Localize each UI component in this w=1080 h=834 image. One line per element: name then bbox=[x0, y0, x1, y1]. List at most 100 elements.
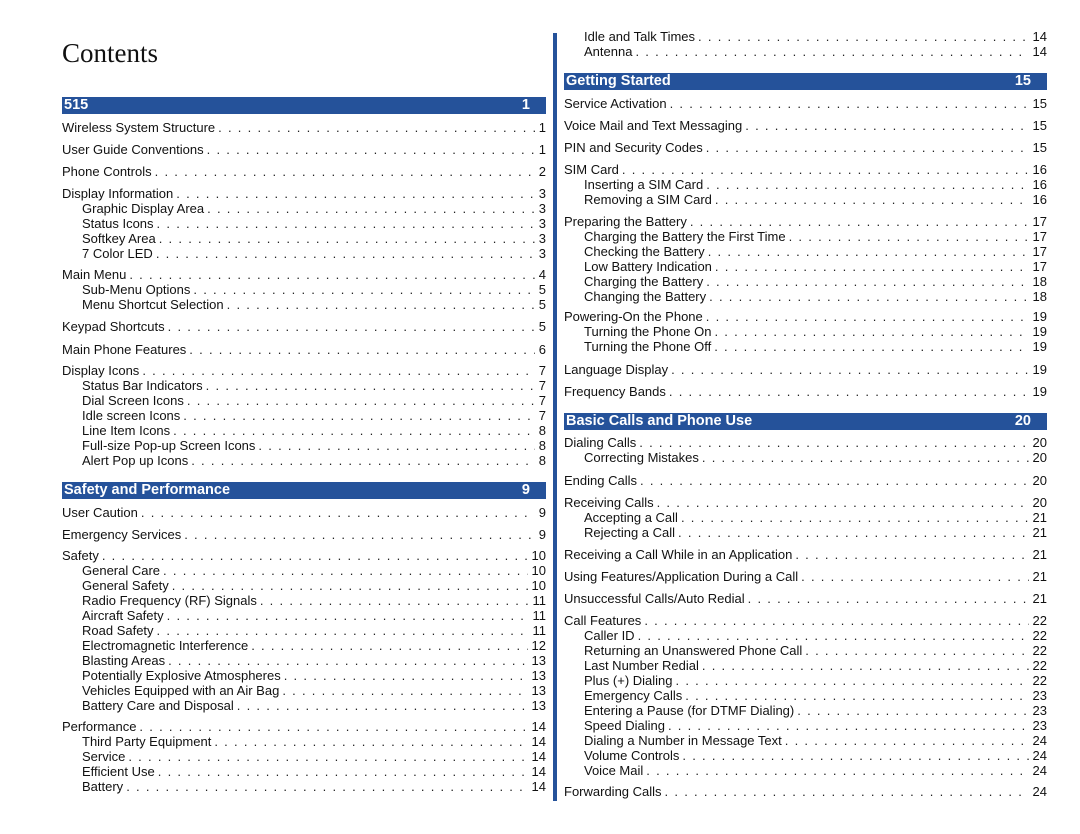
toc-subentry[interactable]: Dialing a Number in Message Text 24 bbox=[584, 733, 1047, 748]
toc-entry[interactable]: Performance 14 bbox=[62, 719, 546, 734]
toc-subentry[interactable]: Status Bar Indicators 7 bbox=[82, 378, 546, 393]
toc-subentry[interactable]: Idle and Talk Times 14 bbox=[584, 29, 1047, 44]
toc-subentry[interactable]: Antenna 14 bbox=[584, 44, 1047, 59]
toc-subentry[interactable]: Returning an Unanswered Phone Call 22 bbox=[584, 643, 1047, 658]
toc-entry-label: PIN and Security Codes bbox=[564, 140, 703, 155]
toc-subentry[interactable]: Turning the Phone Off 19 bbox=[584, 339, 1047, 354]
toc-subentry[interactable]: Accepting a Call 21 bbox=[584, 510, 1047, 525]
toc-subentry[interactable]: Full-size Pop-up Screen Icons 8 bbox=[82, 438, 546, 453]
dot-leader bbox=[187, 393, 535, 408]
toc-subentry[interactable]: Road Safety 11 bbox=[82, 623, 546, 638]
toc-subentry[interactable]: Idle screen Icons 7 bbox=[82, 408, 546, 423]
toc-subentry[interactable]: Emergency Calls 23 bbox=[584, 688, 1047, 703]
toc-subentry[interactable]: Graphic Display Area 3 bbox=[82, 201, 546, 216]
toc-entry-page: 19 bbox=[1032, 309, 1047, 324]
toc-entry[interactable]: Powering-On the Phone 19 bbox=[564, 309, 1047, 324]
toc-subentry[interactable]: Checking the Battery 17 bbox=[584, 244, 1047, 259]
toc-subentry[interactable]: Plus (+) Dialing 22 bbox=[584, 673, 1047, 688]
toc-subentry[interactable]: Electromagnetic Interference 12 bbox=[82, 638, 546, 653]
toc-entry-label: Volume Controls bbox=[584, 748, 680, 763]
toc-subentry[interactable]: Rejecting a Call 21 bbox=[584, 525, 1047, 540]
toc-subentry[interactable]: Alert Pop up Icons 8 bbox=[82, 453, 546, 468]
toc-entry-page: 16 bbox=[1032, 162, 1047, 177]
toc-entry[interactable]: Preparing the Battery 17 bbox=[564, 214, 1047, 229]
toc-subentry[interactable]: 7 Color LED 3 bbox=[82, 246, 546, 261]
dot-leader bbox=[785, 733, 1029, 748]
toc-subentry[interactable]: Third Party Equipment 14 bbox=[82, 734, 546, 749]
toc-entry[interactable]: Service Activation 15 bbox=[564, 96, 1047, 111]
dot-leader bbox=[702, 658, 1029, 673]
toc-entry[interactable]: Emergency Services 9 bbox=[62, 527, 546, 542]
toc-entry[interactable]: Voice Mail and Text Messaging 15 bbox=[564, 118, 1047, 133]
toc-entry[interactable]: Forwarding Calls 24 bbox=[564, 784, 1047, 799]
toc-subentry[interactable]: Service 14 bbox=[82, 749, 546, 764]
toc-subentry[interactable]: Radio Frequency (RF) Signals 11 bbox=[82, 593, 546, 608]
section-page: 9 bbox=[521, 482, 530, 498]
toc-subentry[interactable]: Battery Care and Disposal 13 bbox=[82, 698, 546, 713]
dot-leader bbox=[646, 763, 1028, 778]
toc-subentry[interactable]: Changing the Battery 18 bbox=[584, 289, 1047, 304]
toc-entry[interactable]: Receiving Calls 20 bbox=[564, 495, 1047, 510]
toc-subentry[interactable]: Menu Shortcut Selection 5 bbox=[82, 297, 546, 312]
toc-entry[interactable]: Unsuccessful Calls/Auto Redial 21 bbox=[564, 591, 1047, 606]
toc-entry[interactable]: Display Icons 7 bbox=[62, 363, 546, 378]
toc-subentry[interactable]: Volume Controls 24 bbox=[584, 748, 1047, 763]
toc-subentry[interactable]: Line Item Icons 8 bbox=[82, 423, 546, 438]
toc-subentry[interactable]: Inserting a SIM Card 16 bbox=[584, 177, 1047, 192]
toc-entry[interactable]: Wireless System Structure 1 bbox=[62, 120, 546, 135]
toc-subentry[interactable]: Aircraft Safety 11 bbox=[82, 608, 546, 623]
dot-leader bbox=[207, 142, 535, 157]
toc-subentry[interactable]: Speed Dialing 23 bbox=[584, 718, 1047, 733]
dot-leader bbox=[191, 453, 535, 468]
toc-subentry[interactable]: Charging the Battery 18 bbox=[584, 274, 1047, 289]
toc-subentry[interactable]: Battery 14 bbox=[82, 779, 546, 794]
section-header[interactable]: Getting Started 15 bbox=[564, 73, 1047, 90]
toc-entry[interactable]: Display Information 3 bbox=[62, 186, 546, 201]
toc-subentry[interactable]: Removing a SIM Card 16 bbox=[584, 192, 1047, 207]
toc-entry[interactable]: Using Features/Application During a Call… bbox=[564, 569, 1047, 584]
toc-entry-label: Battery Care and Disposal bbox=[82, 698, 234, 713]
toc-entry[interactable]: Phone Controls 2 bbox=[62, 164, 546, 179]
toc-entry-page: 24 bbox=[1032, 763, 1047, 778]
toc-entry[interactable]: Ending Calls 20 bbox=[564, 473, 1047, 488]
toc-subentry[interactable]: Voice Mail 24 bbox=[584, 763, 1047, 778]
toc-entry[interactable]: Frequency Bands 19 bbox=[564, 384, 1047, 399]
toc-entry[interactable]: Main Menu 4 bbox=[62, 267, 546, 282]
toc-subentry[interactable]: Status Icons 3 bbox=[82, 216, 546, 231]
toc-entry-label: Idle screen Icons bbox=[82, 408, 181, 423]
toc-subentry[interactable]: Softkey Area 3 bbox=[82, 231, 546, 246]
toc-entry[interactable]: PIN and Security Codes 15 bbox=[564, 140, 1047, 155]
dot-leader bbox=[789, 229, 1029, 244]
toc-entry[interactable]: SIM Card 16 bbox=[564, 162, 1047, 177]
toc-subentry[interactable]: Correcting Mistakes 20 bbox=[584, 450, 1047, 465]
toc-entry[interactable]: Keypad Shortcuts 5 bbox=[62, 319, 546, 334]
toc-entry[interactable]: Main Phone Features 6 bbox=[62, 342, 546, 357]
toc-subentry[interactable]: General Safety 10 bbox=[82, 578, 546, 593]
toc-entry[interactable]: Dialing Calls 20 bbox=[564, 435, 1047, 450]
toc-subentry[interactable]: Potentially Explosive Atmospheres 13 bbox=[82, 668, 546, 683]
toc-subentry[interactable]: Vehicles Equipped with an Air Bag 13 bbox=[82, 683, 546, 698]
toc-subentry[interactable]: Charging the Battery the First Time 17 bbox=[584, 229, 1047, 244]
toc-subentry[interactable]: Low Battery Indication 17 bbox=[584, 259, 1047, 274]
toc-subentry[interactable]: Blasting Areas 13 bbox=[82, 653, 546, 668]
toc-entry-label: Returning an Unanswered Phone Call bbox=[584, 643, 803, 658]
dot-leader bbox=[141, 505, 535, 520]
section-header[interactable]: Safety and Performance 9 bbox=[62, 482, 546, 499]
toc-subentry[interactable]: Dial Screen Icons 7 bbox=[82, 393, 546, 408]
toc-subentry[interactable]: General Care 10 bbox=[82, 563, 546, 578]
section-header[interactable]: 515 1 bbox=[62, 97, 546, 114]
toc-subentry[interactable]: Caller ID 22 bbox=[584, 628, 1047, 643]
toc-entry[interactable]: Language Display 19 bbox=[564, 362, 1047, 377]
toc-entry-label: Unsuccessful Calls/Auto Redial bbox=[564, 591, 745, 606]
toc-entry[interactable]: Receiving a Call While in an Application… bbox=[564, 547, 1047, 562]
toc-subentry[interactable]: Efficient Use 14 bbox=[82, 764, 546, 779]
toc-entry[interactable]: Call Features 22 bbox=[564, 613, 1047, 628]
toc-subentry[interactable]: Entering a Pause (for DTMF Dialing) 23 bbox=[584, 703, 1047, 718]
toc-entry[interactable]: User Guide Conventions 1 bbox=[62, 142, 546, 157]
section-header[interactable]: Basic Calls and Phone Use 20 bbox=[564, 413, 1047, 430]
toc-subentry[interactable]: Sub-Menu Options 5 bbox=[82, 282, 546, 297]
toc-subentry[interactable]: Last Number Redial 22 bbox=[584, 658, 1047, 673]
toc-entry[interactable]: User Caution 9 bbox=[62, 505, 546, 520]
toc-subentry[interactable]: Turning the Phone On 19 bbox=[584, 324, 1047, 339]
toc-entry[interactable]: Safety 10 bbox=[62, 548, 546, 563]
